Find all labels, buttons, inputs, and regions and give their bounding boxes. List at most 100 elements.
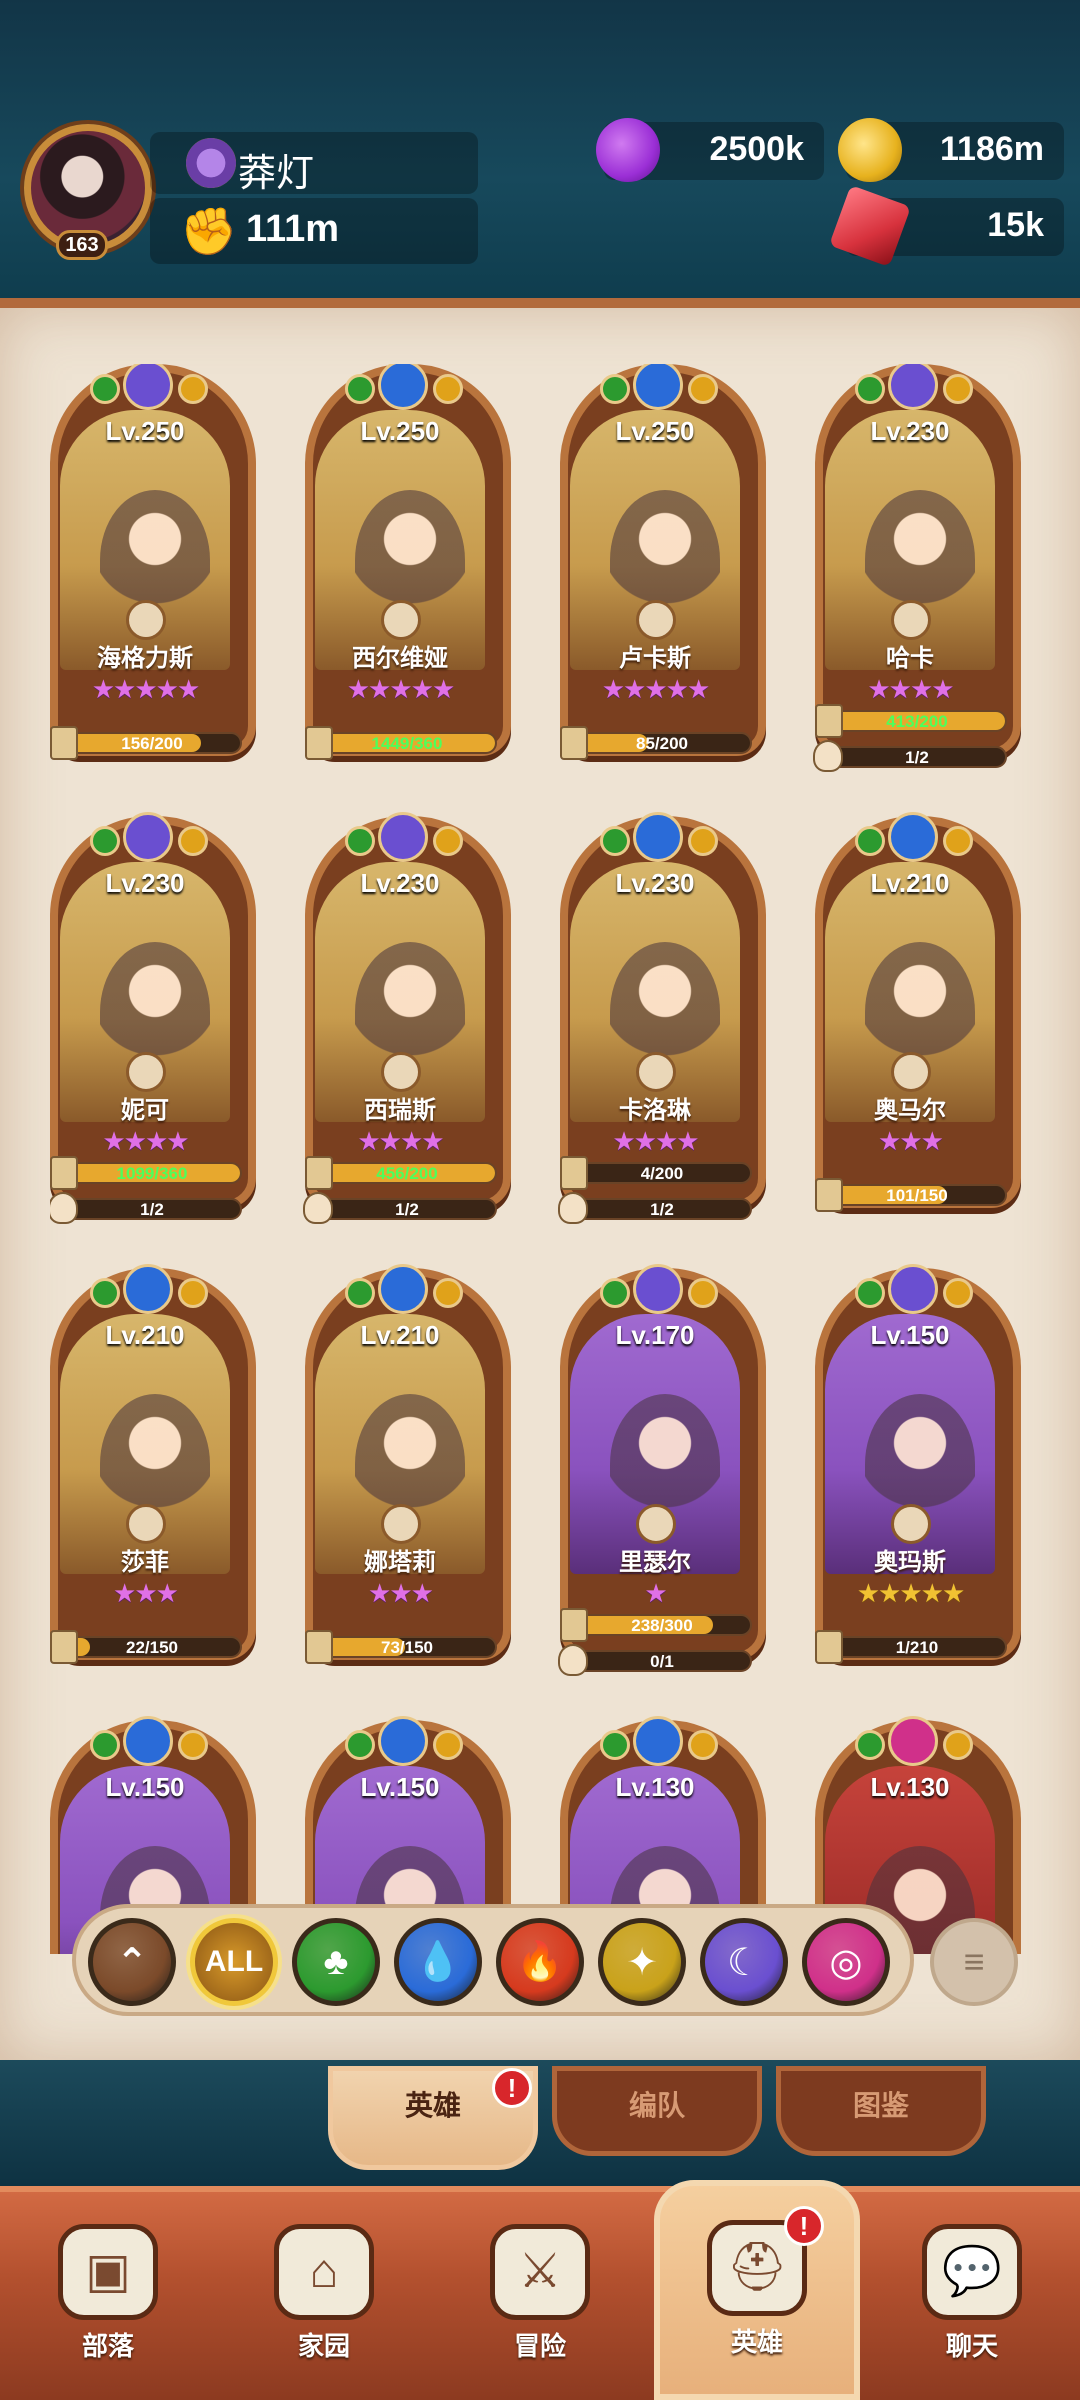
filter-chaos-button[interactable]: ◎ xyxy=(802,1918,890,2006)
hero-level: Lv.230 xyxy=(615,868,695,898)
filter-light-button[interactable]: ✦ xyxy=(598,1918,686,2006)
filter-level-sort-button[interactable]: ⌃ xyxy=(88,1918,176,2006)
nature-element-icon xyxy=(600,1278,630,1308)
banner-shield-icon: ▣ xyxy=(58,2224,158,2320)
hero-awaken-progress: 1/2 xyxy=(813,740,1007,772)
player-name-panel[interactable]: 莽灯 xyxy=(150,132,478,195)
moon-element-icon xyxy=(633,1264,683,1314)
guild-badge-icon xyxy=(186,138,236,188)
moon-icon: ☾ xyxy=(726,1941,762,1984)
resource-gems-value: 15k xyxy=(987,206,1044,244)
hero-level: Lv.210 xyxy=(360,1320,440,1350)
resource-gold[interactable]: 1186m xyxy=(838,118,1064,182)
hero-card[interactable]: Lv.250 卢卡斯 ★★★★★ 85/200 xyxy=(560,364,766,776)
red-gem-plus-icon xyxy=(828,184,912,268)
light-element-icon xyxy=(178,1730,208,1760)
chat-bubble-icon: 💬 xyxy=(922,2224,1022,2320)
nav-home[interactable]: ⌂ 家园 xyxy=(244,2224,404,2384)
light-element-icon xyxy=(688,1278,718,1308)
hero-shard-progress: 413/200 xyxy=(815,704,1007,738)
light-element-icon xyxy=(178,826,208,856)
fist-power-icon: ✊ xyxy=(180,205,238,257)
nature-element-icon xyxy=(855,374,885,404)
hero-level: Lv.210 xyxy=(870,868,950,898)
hero-shard-count: 1/210 xyxy=(895,1638,939,1657)
hero-class-icon xyxy=(891,1504,931,1544)
hero-name: 西瑞斯 xyxy=(364,1097,436,1124)
hero-awaken-progress: 1/2 xyxy=(303,1192,497,1224)
water-element-icon xyxy=(123,1716,173,1766)
hero-stars: ★★★★ xyxy=(357,1126,444,1156)
nav-tribe-label: 部落 xyxy=(81,2331,134,2361)
hero-shard-progress: 85/200 xyxy=(560,726,752,760)
nav-heroes-alert-badge: ! xyxy=(784,2206,824,2246)
hero-level: Lv.130 xyxy=(615,1772,695,1802)
hero-stars: ★★★★★ xyxy=(346,674,456,704)
filter-all-button[interactable]: ALL xyxy=(190,1918,278,2006)
hero-name: 哈卡 xyxy=(886,645,934,672)
chaos-element-icon xyxy=(888,1716,938,1766)
hero-shard-progress: 73/150 xyxy=(305,1630,497,1664)
hero-card[interactable]: Lv.210 娜塔莉 ★★★ 73/150 xyxy=(305,1264,511,1680)
hero-shard-count: 156/200 xyxy=(121,734,183,753)
hero-card[interactable]: Lv.210 莎菲 ★★★ 22/150 xyxy=(50,1264,256,1680)
hero-name: 妮可 xyxy=(121,1097,169,1124)
resource-gems[interactable]: 15k xyxy=(828,184,1064,268)
hero-card[interactable]: Lv.150 奥玛斯 ★★★★★ 1/210 xyxy=(815,1264,1021,1680)
element-filter-bar: ⌃ ALL ♣ 💧 🔥 ✦ ☾ ◎ xyxy=(72,1904,914,2016)
nav-tribe[interactable]: ▣ 部落 xyxy=(28,2224,188,2384)
hero-card[interactable]: Lv.250 西尔维娅 ★★★★★ 1449/360 xyxy=(305,364,511,776)
star-icon: ✦ xyxy=(626,1941,658,1984)
hero-class-icon xyxy=(891,600,931,640)
hero-stars: ★★★ xyxy=(878,1126,944,1156)
hero-card[interactable]: Lv.230 西瑞斯 ★★★★ 456/200 1/2 xyxy=(303,812,511,1228)
hero-stars: ★★★ xyxy=(113,1578,179,1608)
light-element-icon xyxy=(943,374,973,404)
hero-card[interactable]: Lv.210 奥马尔 ★★★ 101/150 xyxy=(815,812,1021,1228)
hero-stars: ★ xyxy=(644,1578,667,1608)
nav-adventure[interactable]: ⚔ 冒险 xyxy=(460,2224,620,2384)
hero-class-icon xyxy=(126,1504,166,1544)
all-icon: ALL xyxy=(204,1945,264,1978)
player-power-value: 111m xyxy=(246,208,339,250)
water-element-icon xyxy=(123,1264,173,1314)
subtab-formation[interactable]: 编队 xyxy=(552,2066,762,2156)
subtab-codex[interactable]: 图鉴 xyxy=(776,2066,986,2156)
filter-dark-button[interactable]: ☾ xyxy=(700,1918,788,2006)
hero-card[interactable]: Lv.170 里瑟尔 ★ 238/300 0/1 xyxy=(558,1264,766,1680)
hero-shard-count: 85/200 xyxy=(636,734,688,753)
hero-awaken-count: 1/2 xyxy=(905,748,929,767)
hero-shard-count: 238/300 xyxy=(631,1616,693,1635)
hero-shard-count: 73/150 xyxy=(381,1638,433,1657)
nature-element-icon xyxy=(345,1730,375,1760)
nature-element-icon xyxy=(345,1278,375,1308)
nav-home-label: 家园 xyxy=(297,2331,350,2361)
player-avatar[interactable]: 163 xyxy=(18,118,158,260)
hero-name: 卢卡斯 xyxy=(619,645,691,672)
resource-elixir[interactable]: 2500k xyxy=(596,118,824,182)
nature-element-icon xyxy=(90,1278,120,1308)
hero-card[interactable]: Lv.250 海格力斯 ★★★★★ 156/200 xyxy=(50,364,256,776)
nav-heroes[interactable]: ⛑ 英雄 xyxy=(654,2180,860,2400)
nature-element-icon xyxy=(600,1730,630,1760)
filter-nature-button[interactable]: ♣ xyxy=(292,1918,380,2006)
nav-chat[interactable]: 💬 聊天 xyxy=(892,2224,1052,2384)
filter-fire-button[interactable]: 🔥 xyxy=(496,1918,584,2006)
subtab-heroes-label: 英雄 xyxy=(404,2090,461,2121)
hero-shard-count: 1099/360 xyxy=(116,1164,188,1183)
filter-water-button[interactable]: 💧 xyxy=(394,1918,482,2006)
sort-button[interactable]: ≡ xyxy=(930,1918,1018,2006)
light-element-icon xyxy=(433,1730,463,1760)
house-icon: ⌂ xyxy=(274,2224,374,2320)
hero-name: 海格力斯 xyxy=(97,645,193,672)
hero-card[interactable]: Lv.230 妮可 ★★★★ 1099/360 1/2 xyxy=(50,812,256,1228)
light-element-icon xyxy=(433,374,463,404)
light-element-icon xyxy=(943,1278,973,1308)
moon-element-icon xyxy=(123,812,173,862)
moon-element-icon xyxy=(378,812,428,862)
light-element-icon xyxy=(943,1730,973,1760)
purple-potion-icon xyxy=(596,118,660,182)
hero-card[interactable]: Lv.230 卡洛琳 ★★★★ 4/200 1/2 xyxy=(558,812,766,1228)
hero-card[interactable]: Lv.230 哈卡 ★★★★ 413/200 1/2 xyxy=(813,364,1021,776)
hero-shard-progress: 156/200 xyxy=(50,726,242,760)
